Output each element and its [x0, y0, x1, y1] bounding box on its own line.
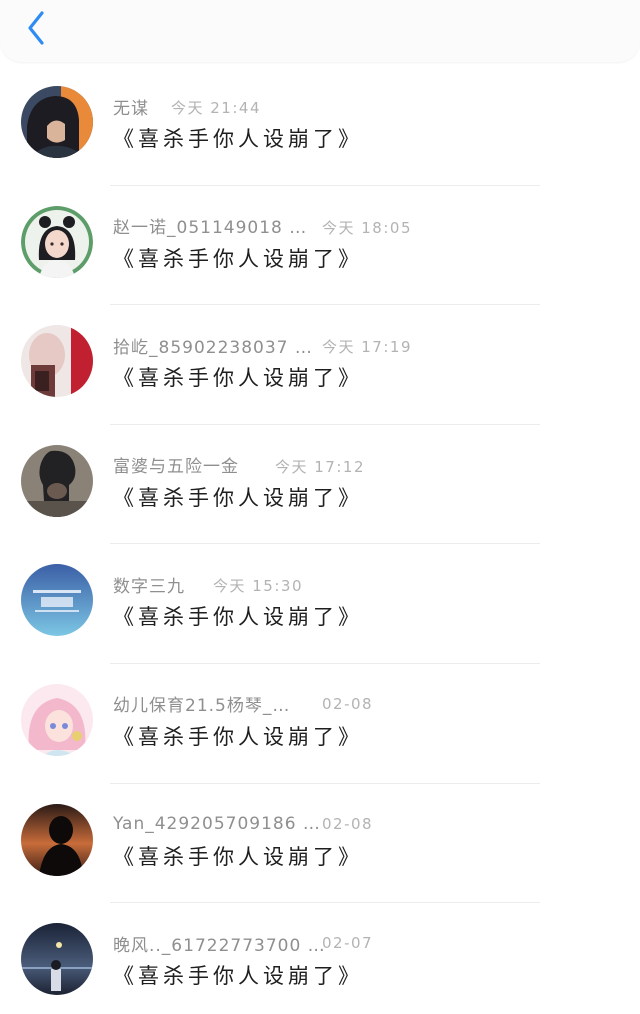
timestamp: 今天 17:19: [322, 338, 412, 357]
top-bar: [0, 0, 640, 62]
comment-meta: 无谋 今天 21:44: [113, 94, 260, 119]
username[interactable]: Yan_429205709186 …: [113, 814, 321, 834]
pink-anime-avatar: [21, 683, 93, 756]
back-button[interactable]: [18, 8, 54, 48]
dark-hair-boy-avatar: [21, 86, 93, 158]
comment-text: 《喜杀手你人设崩了》: [113, 844, 363, 869]
comment-meta: 赵一诺_051149018 … 今天 18:05: [113, 213, 411, 238]
list-item[interactable]: 幼儿保育21.5杨琴_… 02-08 《喜杀手你人设崩了》: [0, 664, 640, 784]
avatar[interactable]: [21, 444, 93, 517]
list-item[interactable]: 赵一诺_051149018 … 今天 18:05 《喜杀手你人设崩了》: [0, 186, 640, 306]
comment-text: 《喜杀手你人设崩了》: [113, 724, 363, 749]
blurred-photo-avatar: [21, 325, 93, 398]
comment-text: 《喜杀手你人设崩了》: [113, 366, 363, 391]
comment-meta: 富婆与五险一金 今天 17:12: [113, 452, 364, 477]
avatar[interactable]: [21, 683, 93, 756]
username[interactable]: 数字三九: [113, 572, 185, 597]
anime-girl-avatar: [21, 205, 93, 278]
timestamp: 02-08: [322, 814, 374, 833]
avatar[interactable]: [21, 564, 93, 637]
username[interactable]: 幼儿保育21.5杨琴_…: [113, 691, 290, 716]
comment-text: 《喜杀手你人设崩了》: [113, 605, 363, 630]
comment-text: 《喜杀手你人设崩了》: [113, 127, 363, 151]
timestamp: 02-08: [322, 694, 374, 713]
comment-meta: Yan_429205709186 … 02-08: [113, 812, 372, 836]
avatar[interactable]: [21, 205, 93, 278]
comment-text: 《喜杀手你人设崩了》: [113, 485, 363, 510]
list-item[interactable]: Yan_429205709186 … 02-08 《喜杀手你人设崩了》: [0, 784, 640, 904]
night-sea-avatar: [21, 923, 93, 996]
sunset-silhouette-avatar: [21, 803, 93, 876]
timestamp: 今天 15:30: [213, 577, 303, 596]
dark-portrait-avatar: [21, 444, 93, 517]
comment-list-screen: 无谋 今天 21:44 《喜杀手你人设崩了》 赵一诺_051149018 … 今…: [0, 0, 640, 1014]
avatar[interactable]: [21, 325, 93, 398]
comment-text: 《喜杀手你人设崩了》: [113, 964, 363, 989]
comment-list: 无谋 今天 21:44 《喜杀手你人设崩了》 赵一诺_051149018 … 今…: [0, 66, 640, 1014]
timestamp: 今天 21:44: [171, 99, 261, 117]
list-item[interactable]: 数字三九 今天 15:30 《喜杀手你人设崩了》: [0, 544, 640, 664]
timestamp: 02-07: [322, 934, 374, 953]
comment-meta: 幼儿保育21.5杨琴_… 02-08: [113, 691, 372, 717]
username[interactable]: 拾屹_85902238037 …: [113, 333, 313, 358]
list-item[interactable]: 晚风.._61722773700 … 02-07 《喜杀手你人设崩了》: [0, 903, 640, 1014]
comment-meta: 晚风.._61722773700 … 02-07: [113, 931, 372, 956]
chevron-left-icon: [28, 11, 44, 45]
comment-meta: 数字三九 今天 15:30: [113, 572, 302, 597]
list-item[interactable]: 富婆与五险一金 今天 17:12 《喜杀手你人设崩了》: [0, 425, 640, 545]
list-item[interactable]: 无谋 今天 21:44 《喜杀手你人设崩了》: [0, 66, 640, 186]
avatar[interactable]: [21, 803, 93, 876]
comment-meta: 拾屹_85902238037 … 今天 17:19: [113, 333, 411, 358]
blue-text-avatar: [21, 564, 93, 637]
username[interactable]: 无谋: [113, 94, 149, 119]
username[interactable]: 晚风.._61722773700 …: [113, 931, 326, 956]
list-item[interactable]: 拾屹_85902238037 … 今天 17:19 《喜杀手你人设崩了》: [0, 305, 640, 425]
username[interactable]: 赵一诺_051149018 …: [113, 213, 307, 238]
username[interactable]: 富婆与五险一金: [113, 452, 239, 477]
avatar[interactable]: [21, 86, 93, 158]
timestamp: 今天 17:12: [275, 457, 365, 476]
timestamp: 今天 18:05: [322, 218, 412, 237]
avatar[interactable]: [21, 923, 93, 996]
comment-text: 《喜杀手你人设崩了》: [113, 246, 363, 271]
